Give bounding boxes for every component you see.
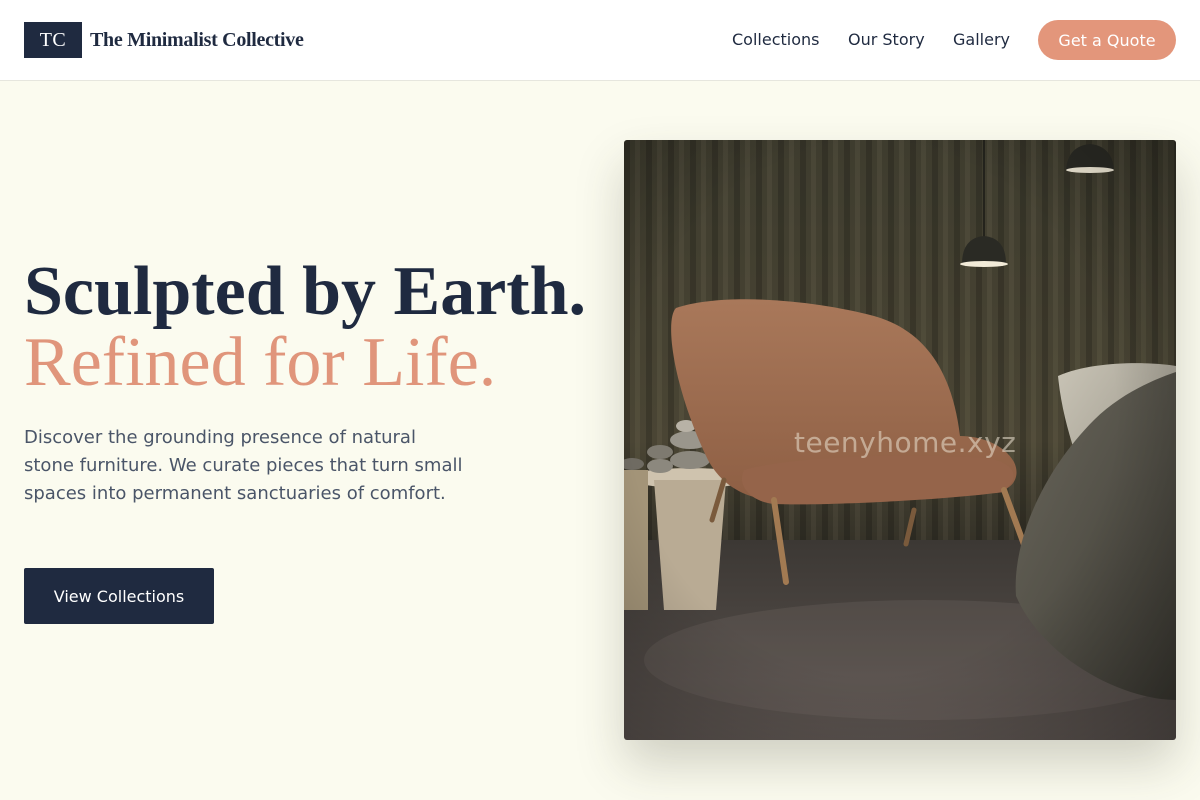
view-collections-button[interactable]: View Collections [24,568,214,624]
get-a-quote-button[interactable]: Get a Quote [1038,20,1176,60]
nav-link-our-story[interactable]: Our Story [848,29,925,51]
site-header: TC The Minimalist Collective Collections… [0,0,1200,81]
hero-headline-line2: Refined for Life. [24,324,497,401]
image-watermark: teenyhome.xyz [794,426,1017,459]
nav-link-gallery[interactable]: Gallery [953,29,1010,51]
hero-headline-line1: Sculpted by Earth. [24,253,587,330]
brand-name[interactable]: The Minimalist Collective [90,27,304,53]
logo-mark[interactable]: TC [24,22,82,58]
nav-link-collections[interactable]: Collections [732,29,819,51]
hero-description: Discover the grounding presence of natur… [24,427,463,504]
